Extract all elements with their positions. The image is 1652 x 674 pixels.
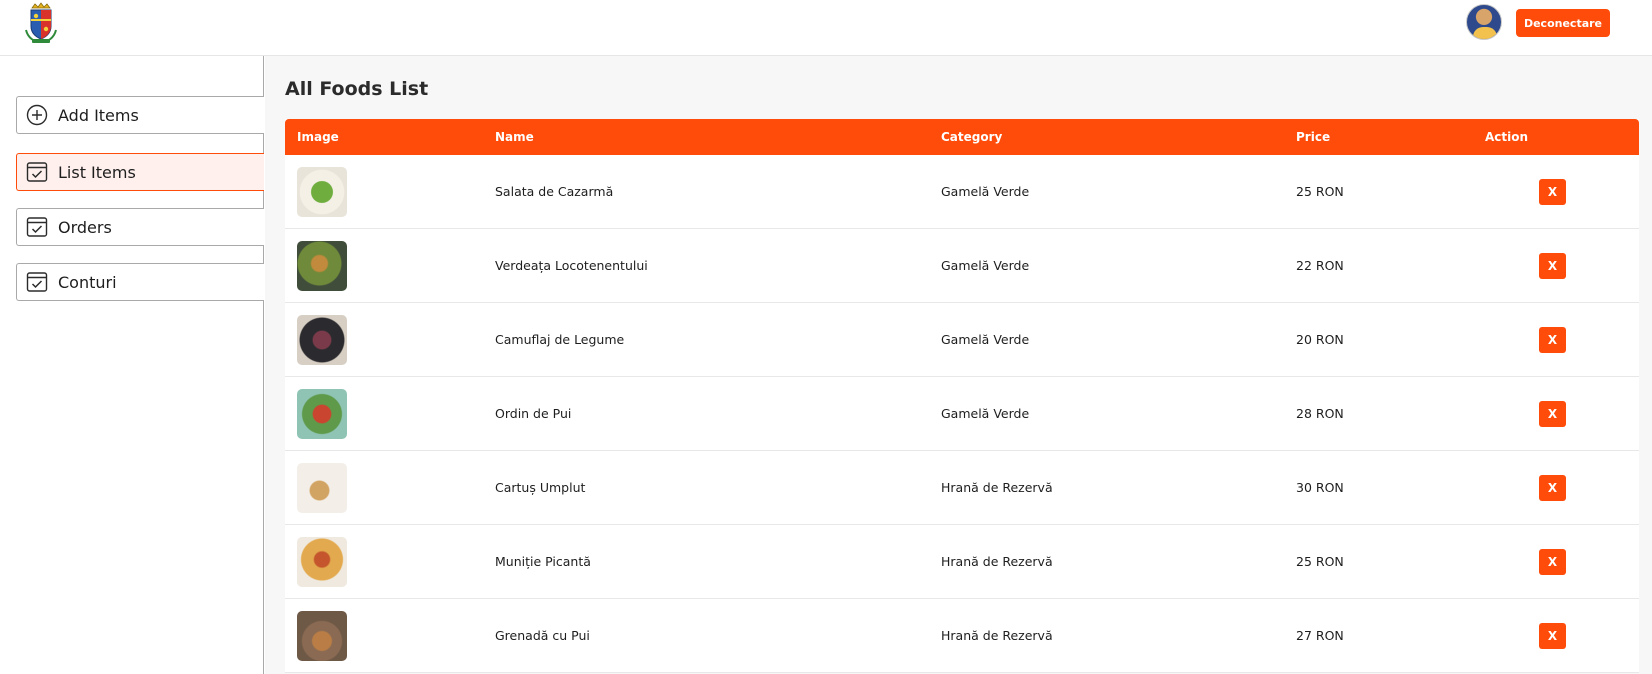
delete-button[interactable]: X (1539, 327, 1566, 353)
table-row: Verdeața Locotenentului Gamelă Verde 22 … (285, 229, 1639, 303)
delete-button[interactable]: X (1539, 253, 1566, 279)
page-title: All Foods List (285, 78, 429, 100)
food-category: Hrană de Rezervă (941, 628, 1053, 643)
food-thumbnail (297, 167, 347, 217)
food-name: Grenadă cu Pui (495, 628, 590, 643)
food-price: 25 RON (1296, 554, 1344, 569)
food-price: 27 RON (1296, 628, 1344, 643)
food-thumbnail (297, 389, 347, 439)
sidebar-item-label: Orders (58, 217, 112, 237)
food-thumbnail (297, 537, 347, 587)
sidebar-item-add-items[interactable]: Add Items (16, 96, 264, 134)
column-header-price: Price (1296, 130, 1331, 144)
food-name: Verdeața Locotenentului (495, 258, 648, 273)
checklist-icon (25, 270, 49, 294)
food-name: Salata de Cazarmă (495, 184, 614, 199)
food-category: Hrană de Rezervă (941, 480, 1053, 495)
sidebar-item-label: Add Items (58, 105, 139, 125)
user-avatar[interactable] (1466, 4, 1502, 40)
food-category: Gamelă Verde (941, 406, 1030, 421)
checklist-icon (25, 215, 49, 239)
main-content: All Foods List Image Name Category Price… (265, 56, 1652, 674)
food-price: 25 RON (1296, 184, 1344, 199)
food-price: 22 RON (1296, 258, 1344, 273)
sidebar-item-label: Conturi (58, 272, 117, 292)
table-row: Muniție Picantă Hrană de Rezervă 25 RON … (285, 525, 1639, 599)
sidebar-item-list-items[interactable]: List Items (16, 153, 264, 191)
food-name: Cartuș Umplut (495, 480, 586, 495)
delete-button[interactable]: X (1539, 623, 1566, 649)
table-row: Salata de Cazarmă Gamelă Verde 25 RON X (285, 155, 1639, 229)
food-category: Gamelă Verde (941, 184, 1030, 199)
delete-button[interactable]: X (1539, 401, 1566, 427)
food-category: Hrană de Rezervă (941, 554, 1053, 569)
column-header-action: Action (1485, 130, 1529, 144)
food-category: Gamelă Verde (941, 258, 1030, 273)
sidebar-item-label: List Items (58, 162, 136, 182)
column-header-image: Image (297, 130, 339, 144)
table-row: Ordin de Pui Gamelă Verde 28 RON X (285, 377, 1639, 451)
coat-of-arms-logo (20, 2, 62, 44)
food-category: Gamelă Verde (941, 332, 1030, 347)
add-circle-icon (25, 103, 49, 127)
delete-button[interactable]: X (1539, 475, 1566, 501)
food-price: 20 RON (1296, 332, 1344, 347)
sidebar-item-conturi[interactable]: Conturi (16, 263, 264, 301)
sidebar: Add Items List Items Orders Conturi (0, 56, 264, 674)
food-thumbnail (297, 315, 347, 365)
food-price: 30 RON (1296, 480, 1344, 495)
food-price: 28 RON (1296, 406, 1344, 421)
top-bar: Deconectare (0, 0, 1652, 56)
delete-button[interactable]: X (1539, 179, 1566, 205)
food-thumbnail (297, 463, 347, 513)
table-row: Camuflaj de Legume Gamelă Verde 20 RON X (285, 303, 1639, 377)
delete-button[interactable]: X (1539, 549, 1566, 575)
column-header-category: Category (941, 130, 1003, 144)
checklist-icon (25, 160, 49, 184)
table-row: Cartuș Umplut Hrană de Rezervă 30 RON X (285, 451, 1639, 525)
table-header: Image Name Category Price Action (285, 119, 1639, 155)
food-name: Muniție Picantă (495, 554, 591, 569)
logout-button[interactable]: Deconectare (1516, 9, 1610, 37)
foods-table: Image Name Category Price Action Salata … (285, 119, 1639, 673)
table-row: Grenadă cu Pui Hrană de Rezervă 27 RON X (285, 599, 1639, 673)
column-header-name: Name (495, 130, 534, 144)
food-name: Ordin de Pui (495, 406, 572, 421)
food-thumbnail (297, 241, 347, 291)
food-thumbnail (297, 611, 347, 661)
sidebar-item-orders[interactable]: Orders (16, 208, 264, 246)
food-name: Camuflaj de Legume (495, 332, 625, 347)
